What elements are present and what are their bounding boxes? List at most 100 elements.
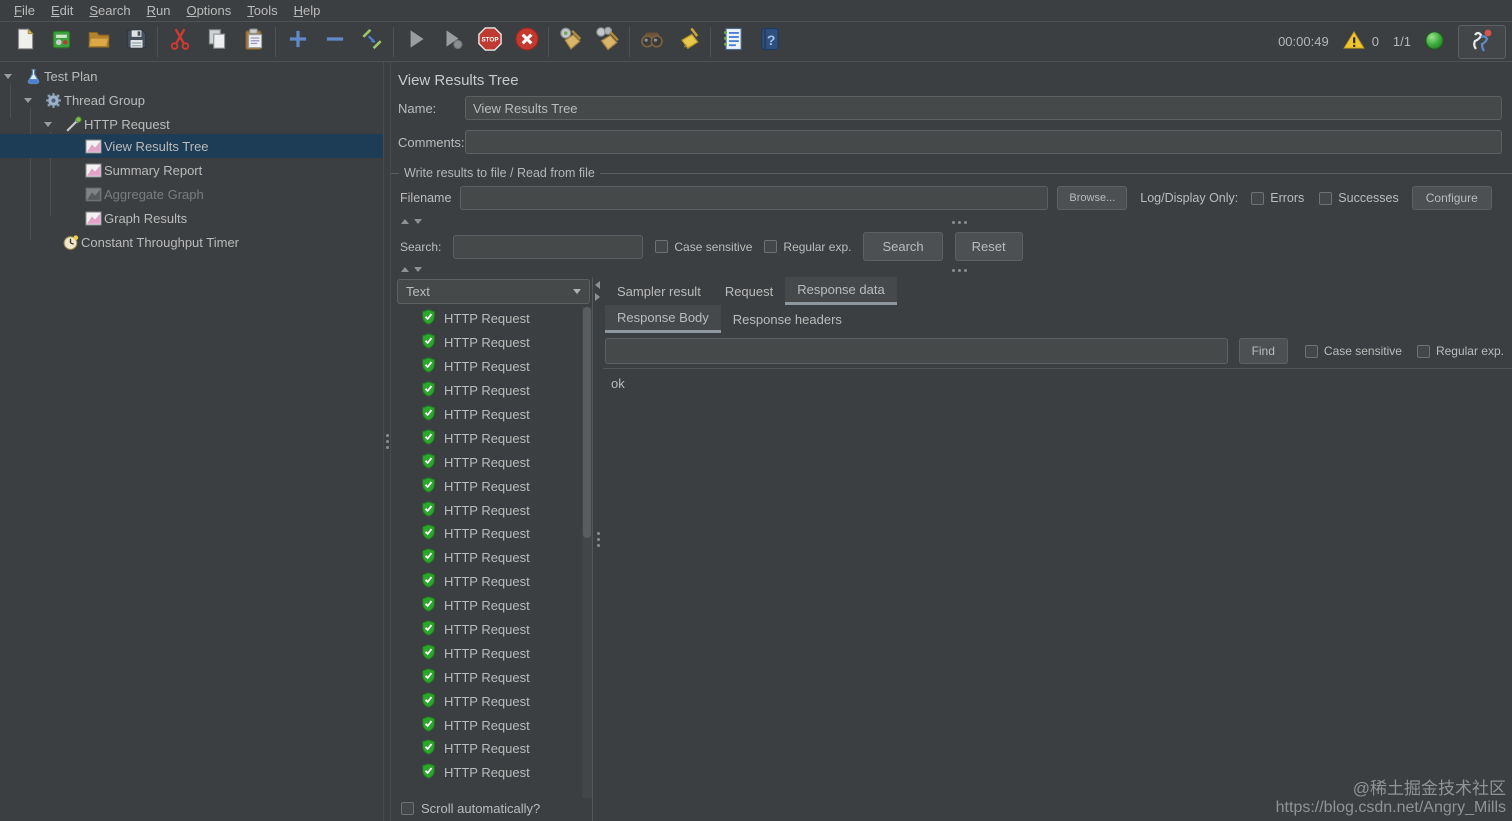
tree-node-test-plan[interactable]: Test Plan [0, 64, 383, 88]
tree-node-constant-throughput-timer[interactable]: Constant Throughput Timer [0, 230, 383, 254]
collapse-arrow-icon[interactable] [24, 97, 32, 103]
tree-node-thread-group[interactable]: Thread Group [0, 88, 383, 112]
tree-node-label[interactable]: HTTP Request [84, 117, 170, 132]
clear-button[interactable] [552, 25, 589, 59]
start-button[interactable] [397, 25, 434, 59]
tree-node-label[interactable]: Aggregate Graph [104, 187, 204, 202]
menu-tools[interactable]: Tools [239, 1, 285, 20]
splitter-up-arrow-icon[interactable] [401, 219, 409, 224]
samples-scrollbar[interactable] [582, 307, 592, 798]
tree-node-graph-results[interactable]: Graph Results [0, 206, 383, 230]
tree-node-label[interactable]: Test Plan [44, 69, 97, 84]
tab-request[interactable]: Request [713, 277, 785, 305]
tree-node-label[interactable]: Constant Throughput Timer [81, 235, 239, 250]
sample-list-item[interactable]: HTTP Request [397, 355, 592, 379]
toggle-button[interactable] [353, 25, 390, 59]
reset-button[interactable]: Reset [954, 232, 1023, 261]
find-input[interactable] [605, 338, 1228, 364]
add-element-button[interactable] [279, 25, 316, 59]
tree-node-label[interactable]: View Results Tree [104, 139, 209, 154]
sample-list-item[interactable]: HTTP Request [397, 641, 592, 665]
tab-response-headers[interactable]: Response headers [721, 305, 854, 333]
name-input[interactable] [465, 96, 1502, 120]
sample-list-item[interactable]: HTTP Request [397, 426, 592, 450]
search-regular-exp-checkbox[interactable] [764, 240, 778, 253]
scrollbar-thumb[interactable] [583, 307, 591, 538]
filename-input[interactable] [460, 186, 1049, 210]
errors-checkbox[interactable] [1251, 191, 1265, 205]
splitter-up-arrow-icon[interactable] [401, 267, 409, 272]
browse-button[interactable]: Browse... [1057, 186, 1128, 210]
comments-input[interactable] [465, 130, 1502, 154]
sample-list-item[interactable]: HTTP Request [397, 761, 592, 785]
configure-button[interactable]: Configure [1411, 186, 1492, 210]
shutdown-button[interactable] [508, 25, 545, 59]
search-button[interactable]: Search [863, 232, 943, 261]
templates-button[interactable] [43, 25, 80, 59]
find-regular-exp-checkbox[interactable] [1416, 344, 1430, 358]
sample-list-item[interactable]: HTTP Request [397, 307, 592, 331]
collapse-arrow-icon[interactable] [4, 73, 12, 79]
splitter-down-arrow-icon[interactable] [414, 267, 422, 272]
menu-options[interactable]: Options [178, 1, 239, 20]
cut-button[interactable] [161, 25, 198, 59]
tree-node-http-request[interactable]: HTTP Request [0, 112, 383, 136]
sample-list-item[interactable]: HTTP Request [397, 594, 592, 618]
horizontal-splitter[interactable] [391, 216, 1512, 229]
tab-sampler-result[interactable]: Sampler result [605, 277, 713, 305]
sample-list-item[interactable]: HTTP Request [397, 713, 592, 737]
sample-list-item[interactable]: HTTP Request [397, 546, 592, 570]
tree-node-label[interactable]: Summary Report [104, 163, 202, 178]
open-button[interactable] [80, 25, 117, 59]
sample-list-item[interactable]: HTTP Request [397, 570, 592, 594]
search-reset-button-toolbar[interactable] [670, 25, 707, 59]
search-button-toolbar[interactable] [633, 25, 670, 59]
warning-indicator[interactable]: 0 [1342, 30, 1379, 53]
menu-file[interactable]: File [6, 1, 43, 20]
search-input[interactable] [453, 234, 644, 259]
collapse-arrow-icon[interactable] [44, 121, 52, 127]
menu-edit[interactable]: Edit [43, 1, 81, 20]
splitter-right-arrow-icon[interactable] [595, 293, 600, 301]
samples-splitter[interactable] [592, 277, 603, 821]
scroll-automatically-checkbox[interactable] [401, 802, 414, 815]
sample-list-item[interactable]: HTTP Request [397, 522, 592, 546]
clear-all-button[interactable] [589, 25, 626, 59]
tree-splitter[interactable] [383, 62, 391, 821]
paste-button[interactable] [235, 25, 272, 59]
search-case-sensitive-checkbox[interactable] [655, 240, 669, 253]
find-button[interactable]: Find [1238, 338, 1288, 364]
sample-list-item[interactable]: HTTP Request [397, 665, 592, 689]
splitter-left-arrow-icon[interactable] [595, 281, 600, 289]
tree-node-summary-report[interactable]: Summary Report [0, 158, 383, 182]
tree-node-label[interactable]: Thread Group [64, 93, 145, 108]
start-no-pauses-button[interactable] [434, 25, 471, 59]
sample-list-item[interactable]: HTTP Request [397, 618, 592, 642]
sample-list-item[interactable]: HTTP Request [397, 331, 592, 355]
sample-list-item[interactable]: HTTP Request [397, 403, 592, 427]
save-button[interactable] [117, 25, 154, 59]
sample-list-item[interactable]: HTTP Request [397, 689, 592, 713]
remote-start-button[interactable] [1458, 24, 1506, 59]
splitter-down-arrow-icon[interactable] [414, 219, 422, 224]
menu-help[interactable]: Help [286, 1, 329, 20]
renderer-dropdown[interactable]: Text [397, 279, 590, 304]
sample-list-item[interactable]: HTTP Request [397, 737, 592, 761]
find-case-sensitive-checkbox[interactable] [1304, 344, 1318, 358]
stop-button[interactable]: STOP [471, 25, 508, 59]
tab-response-data[interactable]: Response data [785, 277, 897, 305]
new-file-button[interactable] [6, 25, 43, 59]
successes-checkbox[interactable] [1319, 191, 1333, 205]
horizontal-splitter[interactable] [391, 264, 1512, 277]
function-helper-button[interactable] [714, 25, 751, 59]
menu-run[interactable]: Run [139, 1, 179, 20]
help-button[interactable]: ? [751, 25, 788, 59]
tab-response-body[interactable]: Response Body [605, 305, 721, 333]
copy-button[interactable] [198, 25, 235, 59]
tree-node-view-results-tree[interactable]: View Results Tree [0, 134, 383, 158]
sample-list-item[interactable]: HTTP Request [397, 450, 592, 474]
sample-list-item[interactable]: HTTP Request [397, 498, 592, 522]
tree-node-aggregate-graph[interactable]: Aggregate Graph [0, 182, 383, 206]
sample-list-item[interactable]: HTTP Request [397, 379, 592, 403]
remove-element-button[interactable] [316, 25, 353, 59]
